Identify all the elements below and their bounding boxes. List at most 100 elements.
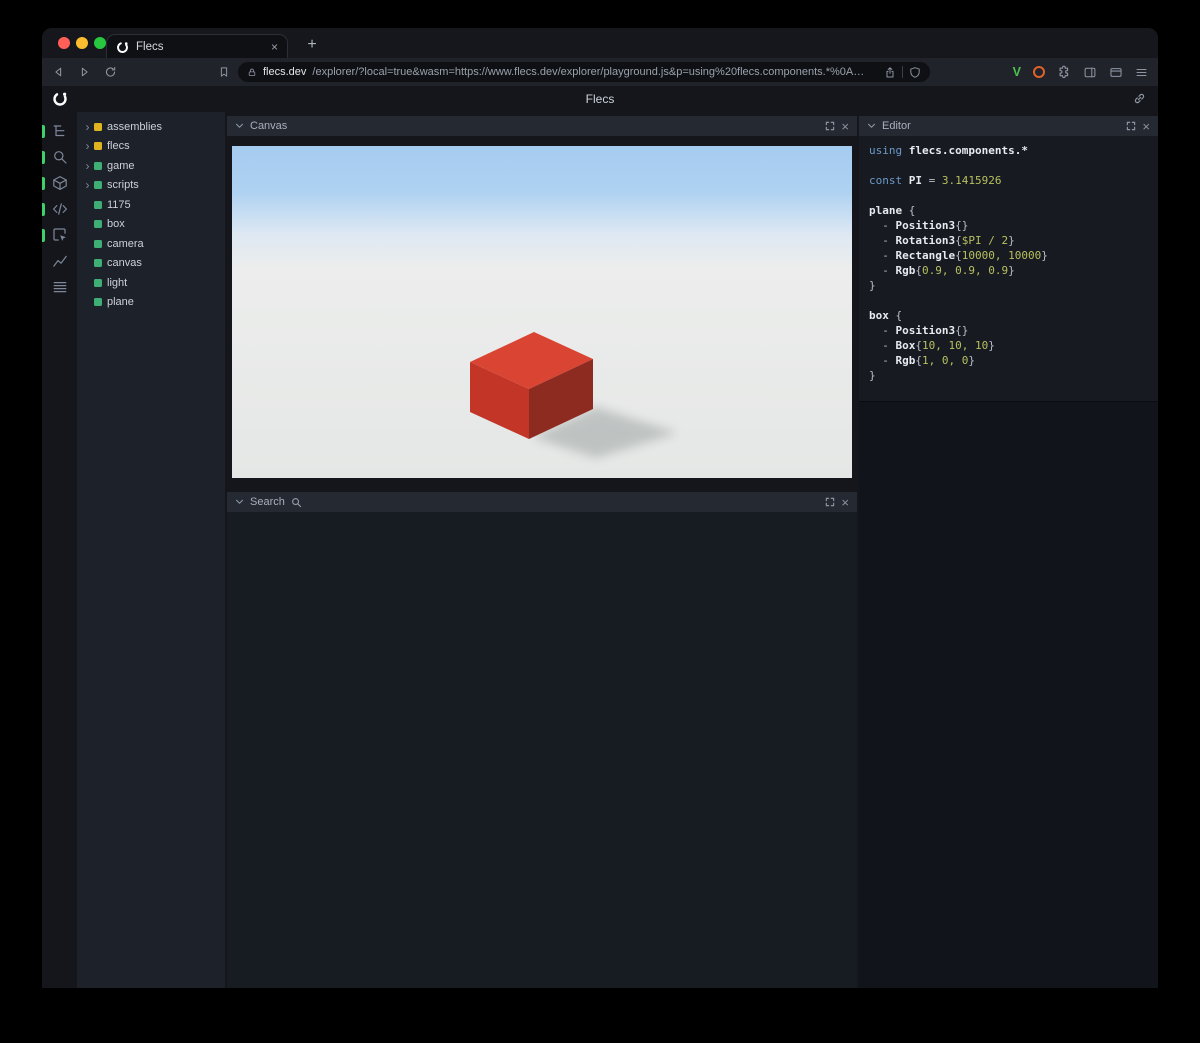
code-line: - Rgb{1, 0, 0} — [869, 354, 975, 367]
search-panel-body[interactable] — [227, 512, 857, 988]
sidebar-panel-icon[interactable] — [1083, 66, 1097, 79]
tree-item-label: scripts — [107, 179, 139, 192]
search-magnifier-icon — [291, 497, 302, 508]
search-panel-header: Search × — [227, 492, 857, 512]
code-line: - Rectangle{10000, 10000} — [869, 249, 1048, 262]
tree-item-scripts[interactable]: › scripts — [77, 176, 225, 196]
tree-item-assemblies[interactable]: › assemblies — [77, 117, 225, 137]
entity-color-square — [94, 161, 102, 170]
tree-item-light[interactable]: light — [77, 273, 225, 293]
desktop-background: Flecs × + flecs.dev /explorer/?local=tru… — [0, 0, 1200, 1043]
menu-icon[interactable] — [1135, 66, 1148, 79]
entity-color-square — [94, 239, 102, 248]
tree-item-1175[interactable]: 1175 — [77, 195, 225, 215]
expand-icon[interactable] — [825, 121, 835, 131]
address-bar[interactable]: flecs.dev /explorer/?local=true&wasm=htt… — [238, 62, 930, 82]
toolbar-extensions: V — [1013, 58, 1148, 86]
entity-color-square — [94, 200, 102, 209]
code-line: - Box{10, 10, 10} — [869, 339, 995, 352]
code-icon[interactable] — [42, 196, 77, 222]
entity-color-square — [94, 298, 102, 307]
entity-color-square — [94, 259, 102, 268]
entity-tree: › assemblies › flecs › game › scripts 1175 box cam… — [77, 112, 225, 988]
editor-panel-header: Editor × — [859, 116, 1158, 136]
close-icon[interactable]: × — [1142, 120, 1150, 133]
code-line: - Rotation3{$PI / 2} — [869, 234, 1015, 247]
tree-item-label: game — [107, 159, 135, 172]
entity-color-square — [94, 142, 102, 151]
expand-icon[interactable] — [1126, 121, 1136, 131]
url-path: /explorer/?local=true&wasm=https://www.f… — [312, 66, 865, 78]
entity-color-square — [94, 122, 102, 131]
browser-tab[interactable]: Flecs × — [106, 34, 288, 59]
inspect-icon[interactable] — [42, 222, 77, 248]
tree-item-label: 1175 — [107, 198, 131, 211]
entity-tree-icon[interactable] — [42, 118, 77, 144]
tree-item-box[interactable]: box — [77, 215, 225, 235]
tree-item-label: camera — [107, 237, 144, 250]
rows-icon[interactable] — [42, 274, 77, 300]
v-extension-icon[interactable]: V — [1013, 65, 1021, 79]
tree-item-game[interactable]: › game — [77, 156, 225, 176]
chevron-right-icon: › — [85, 119, 90, 134]
tab-strip: Flecs × + — [42, 28, 1158, 59]
share-icon[interactable] — [884, 66, 896, 79]
code-line: } — [869, 369, 876, 382]
forward-button[interactable] — [78, 66, 91, 79]
code-line: - Position3{} — [869, 324, 969, 337]
tree-item-label: canvas — [107, 257, 142, 270]
code-line: - Position3{} — [869, 219, 969, 232]
reload-icon[interactable] — [104, 66, 117, 79]
close-icon[interactable]: × — [841, 120, 849, 133]
close-icon[interactable]: × — [841, 496, 849, 509]
tree-item-flecs[interactable]: › flecs — [77, 137, 225, 157]
wallet-card-icon[interactable] — [1109, 66, 1123, 79]
chevron-down-icon[interactable] — [867, 123, 876, 129]
chart-icon[interactable] — [42, 248, 77, 274]
url-host: flecs.dev — [263, 66, 307, 78]
entity-color-square — [94, 220, 102, 229]
tree-item-label: box — [107, 218, 125, 231]
window-close-button[interactable] — [58, 37, 70, 49]
flecs-favicon-icon — [116, 41, 129, 54]
canvas-panel-title: Canvas — [250, 120, 288, 132]
tree-item-camera[interactable]: camera — [77, 234, 225, 254]
window-zoom-button[interactable] — [94, 37, 106, 49]
tree-item-plane[interactable]: plane — [77, 293, 225, 313]
extensions-puzzle-icon[interactable] — [1057, 65, 1071, 79]
back-button[interactable] — [52, 66, 65, 79]
code-line: const PI = 3.1415926 — [869, 174, 1002, 187]
editor-panel-title: Editor — [882, 120, 911, 132]
page-title: Flecs — [585, 92, 615, 106]
explorer-content: › assemblies › flecs › game › scripts 1175 box cam… — [42, 112, 1158, 988]
code-line: plane { — [869, 204, 916, 217]
canvas-3d-viewport[interactable] — [232, 146, 852, 478]
canvas-panel-header: Canvas × — [227, 116, 857, 136]
bookmark-icon[interactable] — [218, 66, 230, 79]
code-area[interactable]: using flecs.components.* const PI = 3.14… — [859, 136, 1158, 402]
chevron-right-icon: › — [85, 178, 90, 193]
expand-icon[interactable] — [825, 497, 835, 507]
shield-icon[interactable] — [909, 66, 921, 79]
chevron-down-icon[interactable] — [235, 123, 244, 129]
tree-item-label: light — [107, 276, 128, 289]
code-line: - Rgb{0.9, 0.9, 0.9} — [869, 264, 1015, 277]
share-link-icon[interactable] — [1133, 92, 1146, 105]
center-column: Canvas × Search × — [227, 112, 857, 988]
cube-icon[interactable] — [42, 170, 77, 196]
search-panel-title: Search — [250, 496, 285, 508]
app-header: Flecs — [42, 86, 1158, 112]
code-line: box { — [869, 309, 903, 322]
orange-extension-icon[interactable] — [1033, 66, 1045, 78]
tree-item-canvas[interactable]: canvas — [77, 254, 225, 274]
search-icon[interactable] — [42, 144, 77, 170]
chevron-down-icon[interactable] — [235, 499, 244, 505]
editor-column: Editor × using flecs.components.* const … — [859, 112, 1158, 988]
window-minimize-button[interactable] — [76, 37, 88, 49]
new-tab-button[interactable]: + — [300, 33, 324, 57]
tab-close-icon[interactable]: × — [271, 41, 278, 53]
chevron-right-icon: › — [85, 139, 90, 154]
